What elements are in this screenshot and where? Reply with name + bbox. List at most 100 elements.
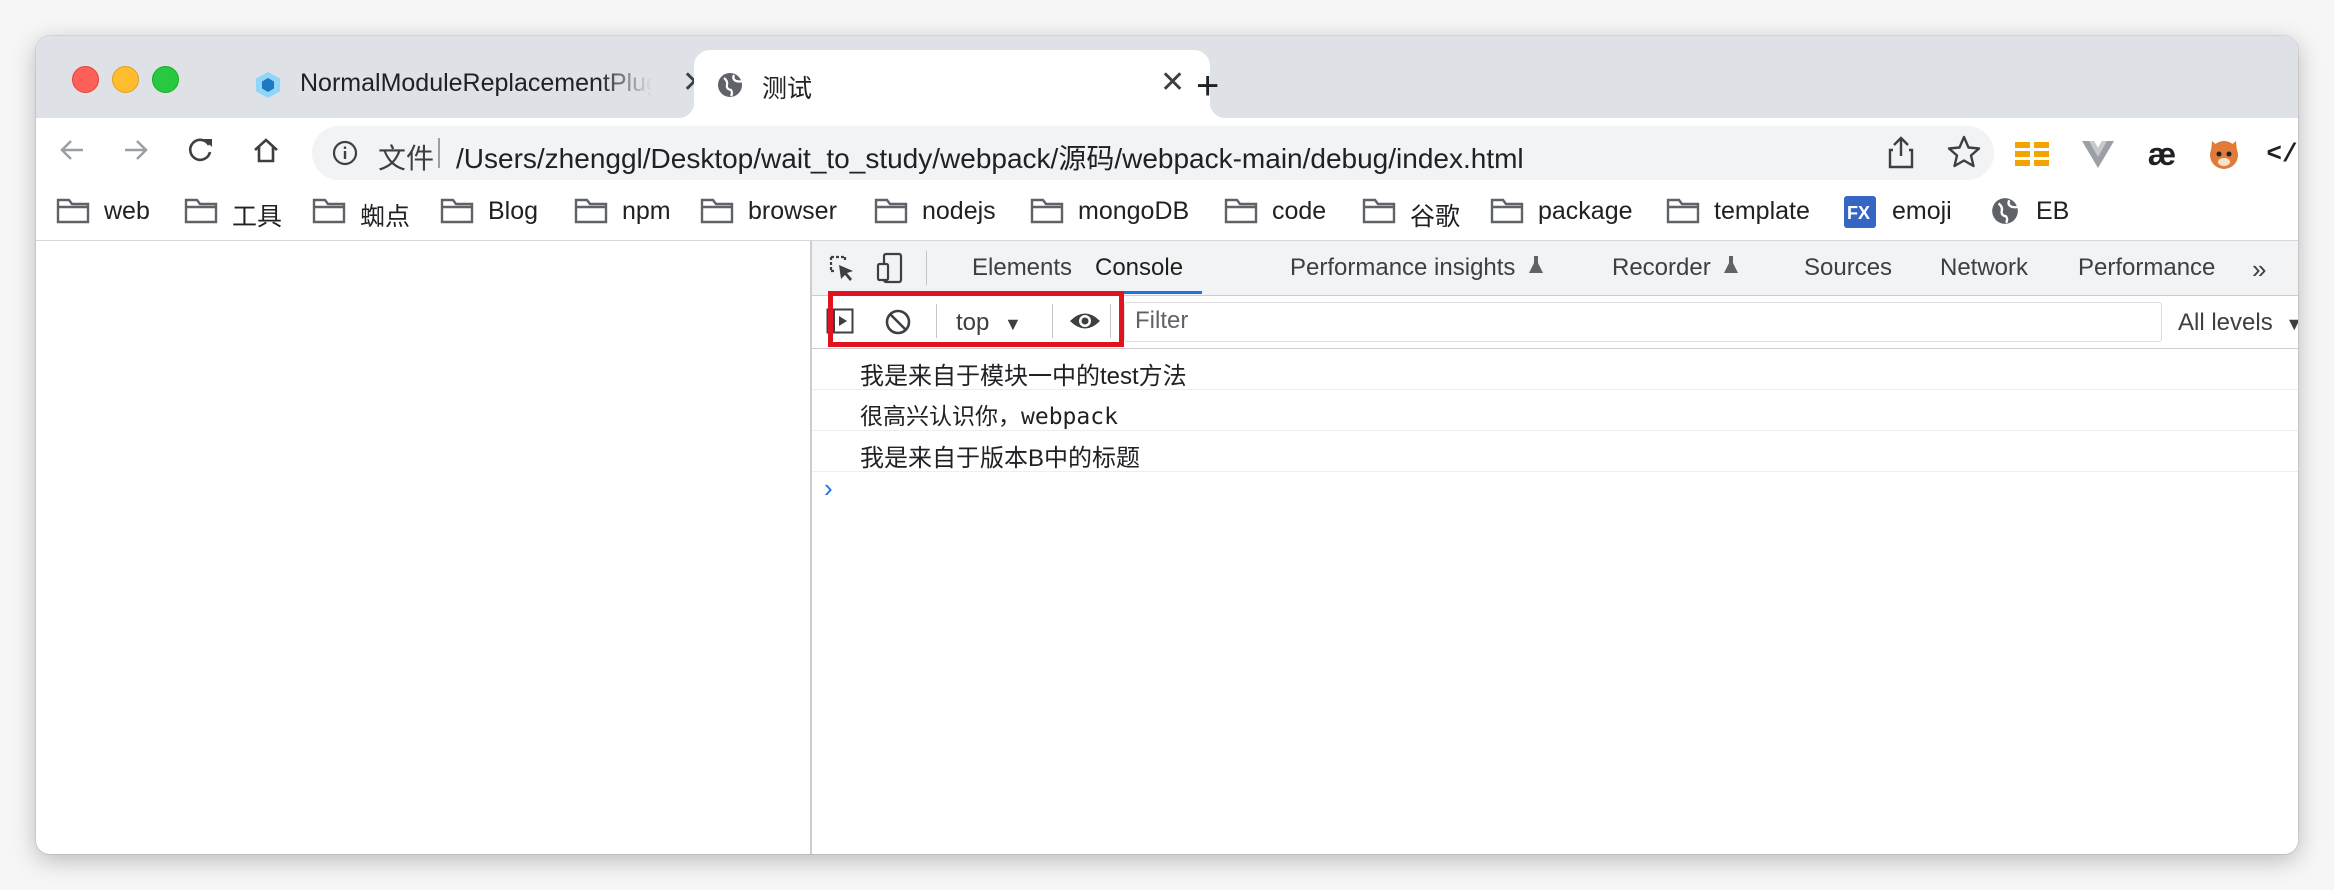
folder-icon [312, 198, 346, 224]
svg-text:FX: FX [1847, 203, 1870, 223]
bookmarks-bar: web 工具 蜘点 Blog npm browser nodejs mongoD… [36, 182, 2298, 241]
back-arrow-icon [60, 140, 83, 160]
console-message: 我是来自于版本B中的标题 [812, 431, 2298, 472]
more-tabs-chevron-icon[interactable]: » [2252, 254, 2266, 285]
address-bar[interactable]: 文件 /Users/zhenggl/Desktop/wait_to_study/… [312, 126, 1994, 180]
tab-webpack-docs[interactable]: NormalModuleReplacementPlugin ✕ [232, 50, 724, 118]
inspect-element-icon[interactable] [828, 254, 856, 287]
share-icon[interactable] [1886, 136, 1916, 175]
fx-icon: FX [1844, 196, 1876, 228]
back-button[interactable] [54, 132, 90, 168]
bookmark-star-icon[interactable] [1946, 134, 1982, 175]
folder-icon [440, 198, 474, 224]
log-levels-dropdown[interactable]: All levels ▼ [2178, 309, 2298, 337]
folder-icon [874, 198, 908, 224]
filter-input[interactable] [1125, 303, 2161, 339]
eye-icon[interactable] [1068, 308, 1102, 339]
folder-icon [1030, 198, 1064, 224]
reload-button[interactable] [182, 132, 218, 168]
extension-grid-icon[interactable] [2012, 134, 2052, 174]
tab-recorder[interactable]: Recorder [1612, 254, 1739, 282]
new-tab-button[interactable]: + [1196, 66, 1219, 106]
tab-performance[interactable]: Performance [2078, 254, 2215, 282]
console-message: 很高兴认识你，webpack [812, 390, 2298, 431]
context-value: top [956, 309, 990, 336]
experiment-flask-icon [1723, 254, 1739, 282]
folder-icon [1224, 198, 1258, 224]
folder-icon [1362, 198, 1396, 224]
tab-title: NormalModuleReplacementPlugin [300, 69, 652, 97]
console-message: 我是来自于模块一中的test方法 [812, 349, 2298, 390]
reload-icon [189, 138, 212, 162]
console-filter[interactable] [1124, 302, 2162, 342]
forward-arrow-icon [125, 140, 148, 160]
bookmark-label: Blog [488, 197, 539, 225]
tab-console[interactable]: Console [1095, 254, 1183, 282]
console-message-text: 很高兴认识你，webpack [860, 404, 1118, 430]
url-text[interactable]: /Users/zhenggl/Desktop/wait_to_study/web… [456, 137, 1524, 177]
clear-console-icon[interactable] [884, 308, 912, 341]
tab-strip: NormalModuleReplacementPlugin ✕ 测试 ✕ + [36, 36, 2298, 118]
folder-icon [56, 198, 90, 224]
console-message-text: 我是来自于版本B中的标题 [860, 445, 1141, 472]
bookmark-label: mongoDB [1078, 197, 1190, 225]
toolbar-divider [936, 304, 937, 338]
toolbar-divider [1110, 304, 1111, 338]
active-tab-indicator [1088, 291, 1202, 294]
levels-label: All levels [2178, 309, 2273, 336]
tab-label: Recorder [1612, 254, 1711, 281]
folder-icon [1490, 198, 1524, 224]
devtools-panel: Elements Console Performance insights Re… [812, 241, 2298, 854]
console-prompt-chevron-icon[interactable]: › [824, 473, 833, 504]
webpack-cube-icon [254, 71, 282, 99]
context-selector[interactable]: top ▼ [956, 309, 1022, 337]
close-tab-icon[interactable]: ✕ [1160, 68, 1185, 98]
info-icon[interactable] [332, 140, 358, 166]
bookmark-label: template [1714, 197, 1810, 225]
tab-active-test[interactable]: 测试 ✕ [678, 50, 1226, 118]
minimize-window-button[interactable] [112, 66, 139, 93]
tab-elements[interactable]: Elements [972, 254, 1072, 282]
dropdown-arrow-icon: ▼ [1004, 314, 1022, 334]
close-window-button[interactable] [72, 66, 99, 93]
tab-title: 测试 [762, 75, 813, 103]
folder-icon [184, 198, 218, 224]
bookmark-label: code [1272, 197, 1327, 225]
experiment-flask-icon [1528, 254, 1544, 282]
console-toolbar: top ▼ All levels ▼ [812, 296, 2298, 349]
bookmark-label: nodejs [922, 197, 996, 225]
globe-icon [1992, 198, 2019, 224]
zoom-window-button[interactable] [152, 66, 179, 93]
toolbar-divider [926, 251, 927, 285]
address-separator [438, 138, 440, 168]
console-messages: 我是来自于模块一中的test方法 很高兴认识你，webpack 我是来自于版本B… [812, 349, 2298, 472]
dropdown-arrow-icon: ▼ [2285, 314, 2298, 334]
bookmark-label: browser [748, 197, 837, 225]
device-toolbar-icon[interactable] [876, 252, 904, 289]
bookmark-label: 蜘点 [360, 203, 411, 231]
folder-icon [1666, 198, 1700, 224]
console-message-text: 我是来自于模块一中的test方法 [860, 363, 1187, 390]
bookmark-label: web [104, 197, 150, 225]
browser-window: NormalModuleReplacementPlugin ✕ 测试 ✕ + [36, 36, 2298, 854]
bookmark-label: EB [2036, 197, 2070, 225]
folder-icon [700, 198, 734, 224]
code-extension-icon[interactable]: </ [2262, 134, 2298, 174]
navigation-toolbar: 文件 /Users/zhenggl/Desktop/wait_to_study/… [36, 118, 2298, 182]
toolbar-divider [1052, 304, 1053, 338]
forward-button[interactable] [118, 132, 154, 168]
page-viewport[interactable] [36, 241, 812, 854]
ae-extension-icon[interactable]: æ [2142, 134, 2182, 174]
home-icon [254, 138, 278, 163]
globe-icon [716, 71, 744, 99]
tab-sources[interactable]: Sources [1804, 254, 1892, 282]
tab-performance-insights[interactable]: Performance insights [1290, 254, 1544, 282]
devtools-tab-bar: Elements Console Performance insights Re… [812, 241, 2298, 296]
bookmark-label: npm [622, 197, 671, 225]
tab-network[interactable]: Network [1940, 254, 2028, 282]
sidebar-toggle-icon[interactable] [826, 308, 854, 339]
fox-extension-icon[interactable] [2204, 134, 2244, 174]
bookmark-label: package [1538, 197, 1633, 225]
home-button[interactable] [248, 132, 284, 168]
vue-devtools-icon[interactable] [2078, 134, 2118, 174]
